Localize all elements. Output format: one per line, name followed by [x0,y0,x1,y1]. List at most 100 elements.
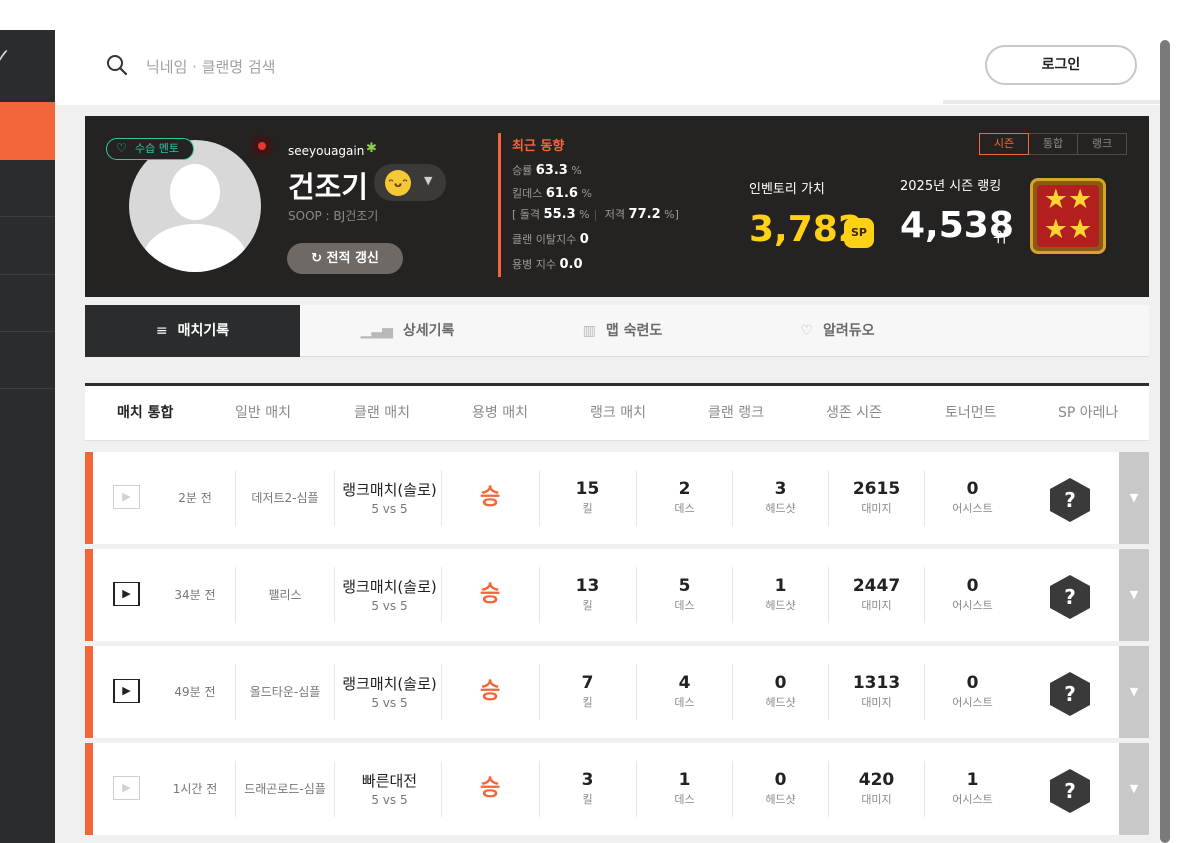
sp-coin-icon: SP [844,218,874,248]
mode-name: 랭크매치(솔로) [342,675,437,693]
stat-assist: 0 어시스트 [924,567,1020,623]
stat-value: 15 [575,479,600,499]
emote-selector[interactable]: ᵔᴗᵔ ▼ [374,164,446,201]
stat-value: 2615 [852,479,901,499]
stat-value: 0 [966,576,979,596]
refresh-label: 전적 갱신 [326,251,379,266]
merc-value: 0.0 [559,257,583,272]
divider [441,664,442,720]
clan-leave-label: 클랜 이탈지수 [512,233,577,246]
stat-label: 대미지 [861,599,892,612]
expand-chevron-icon[interactable]: ▼ [1119,646,1149,738]
replay-icon[interactable]: ▶ [113,679,140,703]
search-input[interactable]: 닉네임 · 클랜명 검색 [146,56,275,77]
divider [441,567,442,623]
rank-tab-season[interactable]: 시즌 [979,133,1029,155]
percent-unit: % [664,208,675,221]
stat-headshot: 3 헤드샷 [732,470,828,526]
stat-label: 데스 [674,793,695,806]
replay-icon[interactable]: ▶ [113,776,140,800]
assault-label: 돌격 [519,208,541,221]
match-result: 승 [480,679,501,704]
stat-label: 데스 [674,502,695,515]
tab-map-proficiency[interactable]: ▥ 맵 숙련도 [515,305,730,357]
handshake-icon: ♡ [116,141,127,155]
expand-chevron-icon[interactable]: ▼ [1119,743,1149,835]
user-id: seeyouagain [288,144,365,158]
inventory-label: 인벤토리 가치 [749,182,825,197]
mode-name: 빠른대전 [361,772,418,790]
stat-assist: 0 어시스트 [924,470,1020,526]
stat-label: 데스 [674,696,695,709]
stat-label: 헤드샷 [765,502,796,515]
sidebar-divider [0,331,55,332]
filter-all[interactable]: 매치 통합 [117,386,173,441]
filter-sp-arena[interactable]: SP 아레나 [1058,386,1118,441]
match-mode: 랭크매치(솔로) 5 vs 5 [337,673,442,710]
win-rate-value: 63.3 [535,163,568,178]
refresh-record-button[interactable]: ↻ 전적 갱신 [287,243,403,274]
stat-label: 킬 [582,696,593,709]
tab-duo[interactable]: ♡ 알려듀오 [730,305,945,357]
match-time: 34분 전 [174,588,216,602]
tab-detail-record[interactable]: ▁▃▅ 상세기록 [300,305,515,357]
stat-value: 1313 [852,673,901,693]
filter-clan-rank[interactable]: 클랜 랭크 [708,386,764,441]
sidebar-item-active[interactable] [0,102,55,160]
match-row[interactable]: ▶ 1시간 전 드래곤로드-심플 빠른대전 5 vs 5 승 3 킬 1 데스 0 헤드샷 420 대미지… [85,743,1149,835]
sidebar-logo[interactable]: ✓ [0,30,55,100]
mode-teams: 5 vs 5 [371,502,408,516]
filter-rank[interactable]: 랭크 매치 [590,386,646,441]
stat-label: 킬 [582,502,593,515]
scrollbar[interactable] [1160,40,1170,843]
sidebar-divider [0,388,55,389]
rank-tab-rank[interactable]: 랭크 [1077,133,1127,155]
search-icon[interactable] [106,54,128,76]
stars-icon: ★★ ★★ [1037,185,1099,247]
live-indicator-icon[interactable] [251,135,273,157]
emote-face-icon: ᵔᴗᵔ [385,170,411,196]
stat-value: 420 [858,770,895,790]
logo-icon: ✓ [0,44,11,68]
percent-unit: % [581,187,592,200]
filter-clan[interactable]: 클랜 매치 [354,386,410,441]
divider [441,761,442,817]
tab-label: 알려듀오 [823,323,875,339]
expand-chevron-icon[interactable]: ▼ [1119,452,1149,544]
kd-value: 61.6 [545,186,578,201]
stat-damage: 2615 대미지 [828,470,924,526]
header-divider [943,100,1160,104]
clan-leave-value: 0 [579,232,589,247]
filter-normal[interactable]: 일반 매치 [235,386,291,441]
tab-label: 맵 숙련도 [605,323,663,339]
match-row[interactable]: ▶ 2분 전 데저트2-심플 랭크매치(솔로) 5 vs 5 승 15 킬 2 데스 3 헤드샷 261… [85,452,1149,544]
percent-unit: % [579,208,590,221]
replay-icon[interactable]: ▶ [113,582,140,606]
match-time: 49분 전 [174,685,216,699]
stat-label: 어시스트 [952,696,993,709]
stat-label: 헤드샷 [765,599,796,612]
map-icon: ▥ [582,323,596,339]
sidebar-divider [0,274,55,275]
match-result: 승 [480,776,501,801]
replay-icon[interactable]: ▶ [113,485,140,509]
stat-value: 3 [774,479,787,499]
stat-label: 어시스트 [952,502,993,515]
filter-merc[interactable]: 용병 매치 [472,386,528,441]
rank-tab-total[interactable]: 통합 [1028,133,1078,155]
match-mode: 랭크매치(솔로) 5 vs 5 [337,479,442,516]
match-row[interactable]: ▶ 34분 전 팰리스 랭크매치(솔로) 5 vs 5 승 13 킬 5 데스 1 헤드샷 2447 대미… [85,549,1149,641]
match-time: 2분 전 [178,491,212,505]
win-rate-label: 승률 [512,164,533,177]
login-button[interactable]: 로그인 [985,45,1137,85]
mentor-badge-label: 수습 멘토 [135,142,179,155]
filter-tournament[interactable]: 토너먼트 [945,386,997,441]
tab-match-record[interactable]: ≡ 매치기록 [85,305,300,357]
win-rate-stat: 승률 63.3 % [512,162,582,178]
expand-chevron-icon[interactable]: ▼ [1119,549,1149,641]
match-row[interactable]: ▶ 49분 전 올드타운-심플 랭크매치(솔로) 5 vs 5 승 7 킬 4 데스 0 헤드샷 131… [85,646,1149,738]
unknown-tier-icon: ? [1050,575,1090,619]
stat-death: 4 데스 [636,664,732,720]
main-tabs: ≡ 매치기록 ▁▃▅ 상세기록 ▥ 맵 숙련도 ♡ 알려듀오 [85,305,1149,357]
filter-survival[interactable]: 생존 시즌 [826,386,882,441]
